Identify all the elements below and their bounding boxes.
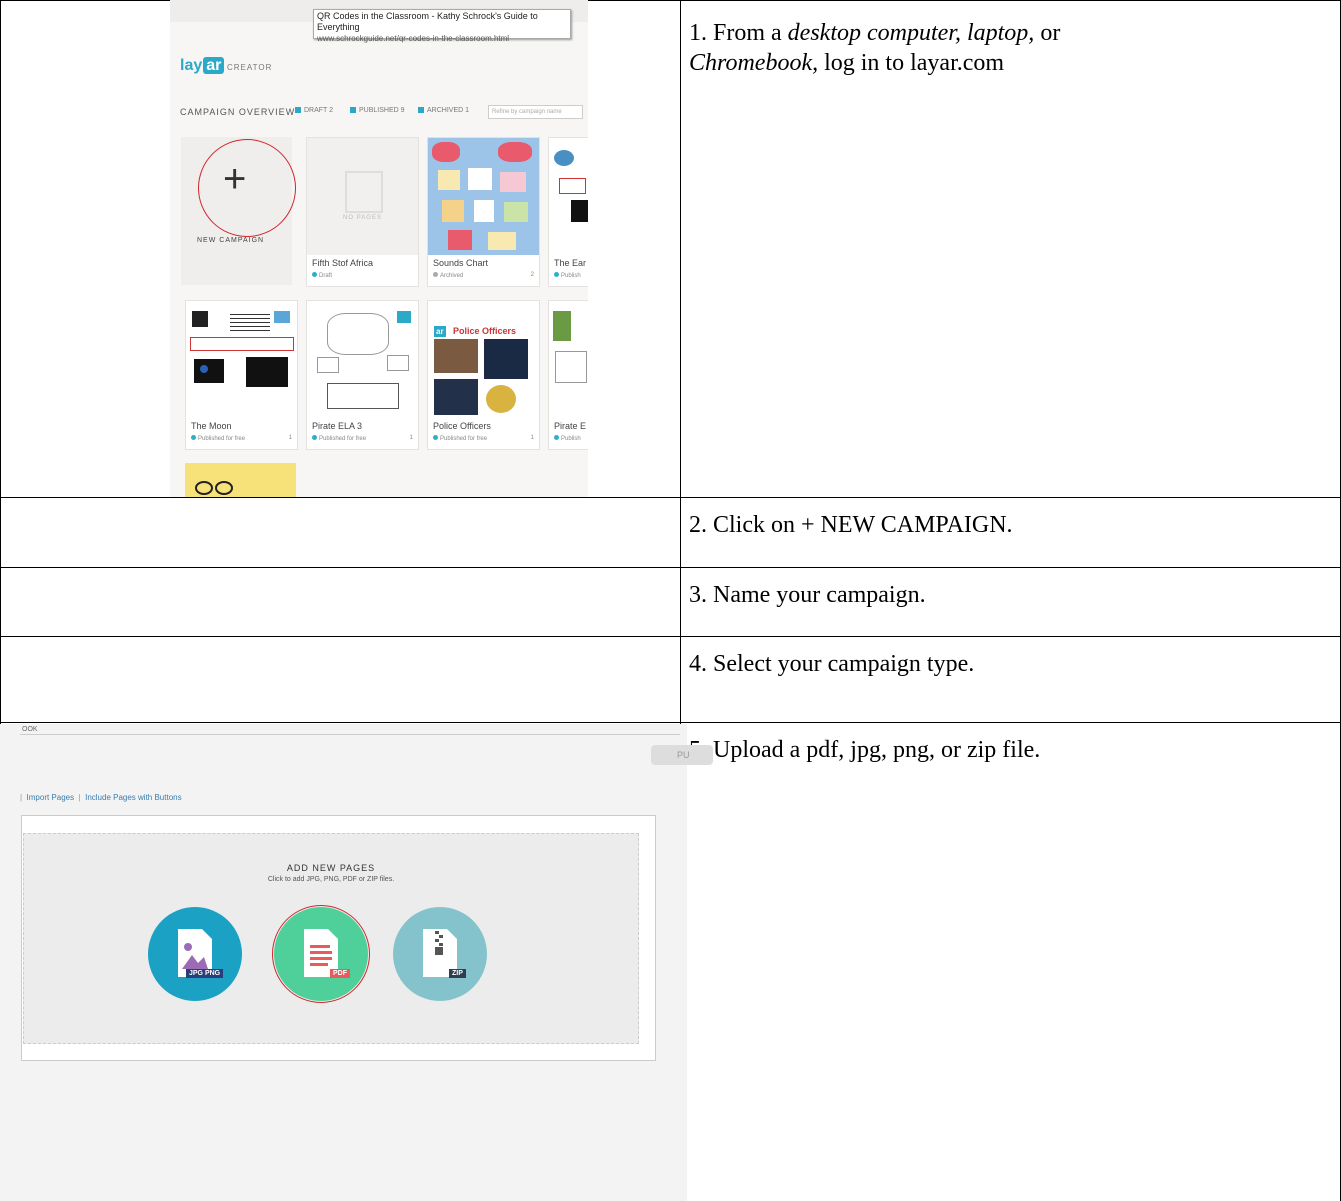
zip-upload-button[interactable]: ZIP [393,907,487,1001]
step-2-text: 2. Click on + NEW CAMPAIGN. [689,512,1013,538]
filter-draft[interactable]: DRAFT 2 [295,107,333,114]
campaign-card[interactable]: Sounds Chart Archived 2 [427,137,540,287]
step-1-text: 1. From a desktop computer, laptop, or C… [689,20,1061,76]
campaign-card[interactable] [185,463,296,497]
zip-file-icon [423,929,457,977]
step-3-text: 3. Name your campaign. [689,582,926,608]
table-row-border [0,722,1341,723]
campaign-overview-screenshot: QR Codes in the Classroom - Kathy Schroc… [170,0,588,497]
jpg-png-upload-button[interactable]: JPG PNG [148,907,242,1001]
campaign-overview-heading: CAMPAIGN OVERVIEW [180,107,296,117]
image-file-icon [178,929,212,977]
campaign-card[interactable]: The Moon Published for free 1 [185,300,298,450]
import-pages-link[interactable]: Import Pages [27,793,75,802]
import-pages-tabs: | Import Pages | Include Pages with Butt… [20,793,182,802]
add-pages-dropzone[interactable]: ADD NEW PAGES Click to add JPG, PNG, PDF… [23,833,639,1044]
campaign-card[interactable]: NO PAGES Fifth Stof Africa Draft [306,137,419,287]
top-tab-fragment: OOK [22,726,38,733]
creator-label: CREATOR [227,63,273,72]
layar-logo: lay ar [180,57,225,75]
include-pages-link[interactable]: Include Pages with Buttons [85,793,182,802]
step-5-text: 5. Upload a pdf, jpg, png, or zip file. [689,737,1041,763]
campaign-card[interactable]: Pirate ELA 3 Published for free 1 [306,300,419,450]
link-tooltip: QR Codes in the Classroom - Kathy Schroc… [313,9,571,43]
filter-published[interactable]: PUBLISHED 9 [350,107,405,114]
highlight-circle [198,139,296,237]
publish-button[interactable]: PU [651,745,713,765]
glasses-icon [195,481,213,495]
book-icon [345,171,383,213]
campaign-card[interactable]: The Ear Publish [548,137,588,287]
table-row-border [0,497,1341,498]
campaign-card[interactable]: Pirate E Publish [548,300,588,450]
filter-archived[interactable]: ARCHIVED 1 [418,107,469,114]
table-row-border [0,567,1341,568]
step-4-text: 4. Select your campaign type. [689,651,975,677]
campaign-card[interactable]: ar Police Officers Police Officers Publi… [427,300,540,450]
refine-search-input[interactable]: Refine by campaign name [488,105,583,119]
highlight-circle [272,905,370,1003]
table-row-border [0,636,1341,637]
